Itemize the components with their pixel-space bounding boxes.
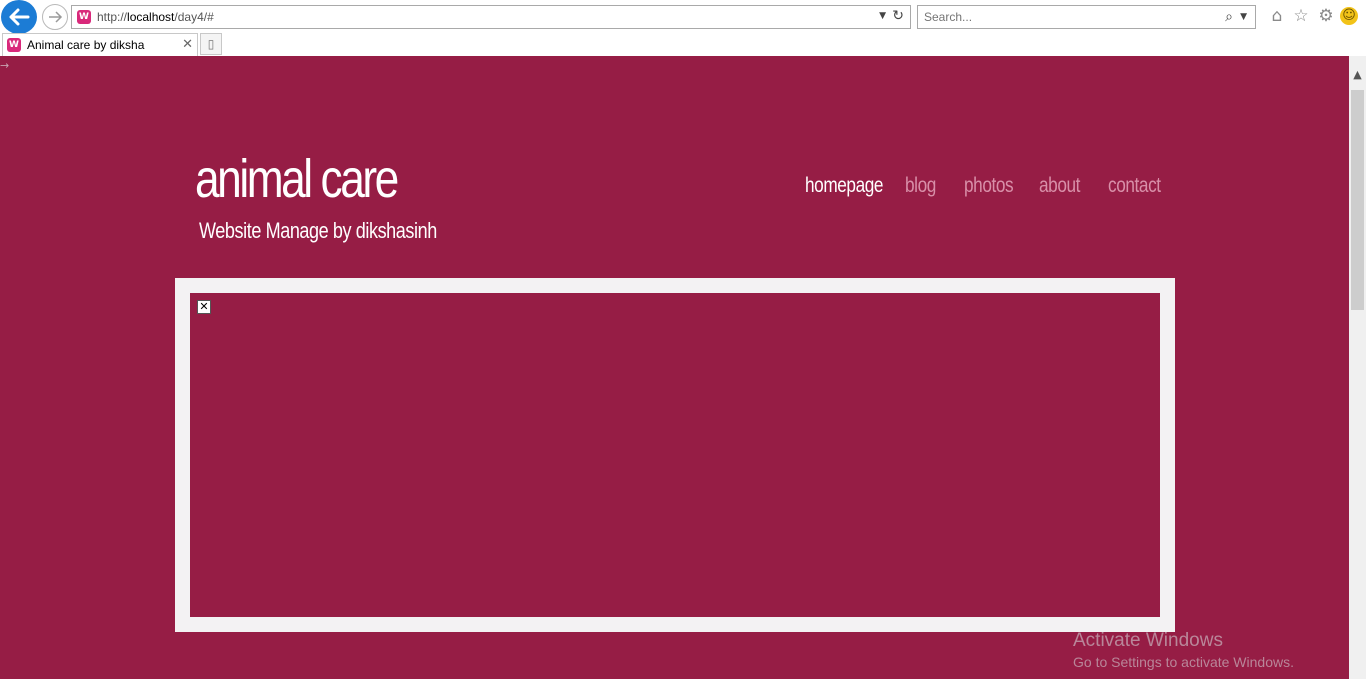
address-url[interactable]: http://localhost/day4/# — [97, 10, 214, 24]
site-favicon-icon: W — [77, 10, 91, 24]
tab-favicon-icon: W — [7, 38, 21, 52]
nav-photos[interactable]: photos — [964, 174, 1014, 198]
home-icon[interactable]: ⌂ — [1267, 6, 1287, 26]
forward-arrow-icon — [49, 11, 63, 23]
search-box[interactable]: ⌕ ▼ — [917, 5, 1256, 29]
smiley-icon[interactable]: ☺ — [1340, 7, 1358, 25]
search-icon[interactable]: ⌕ — [1225, 9, 1233, 25]
nav-about[interactable]: about — [1039, 174, 1080, 198]
forward-button[interactable] — [42, 4, 68, 30]
watermark-subtitle: Go to Settings to activate Windows. — [1073, 654, 1294, 670]
tab-title: Animal care by diksha — [27, 38, 145, 52]
scroll-thumb[interactable] — [1351, 90, 1364, 310]
address-bar[interactable]: W http://localhost/day4/# ▼ ↻ — [71, 5, 911, 29]
close-icon[interactable]: ✕ — [182, 37, 193, 52]
banner-frame: ✕ — [175, 278, 1175, 632]
page-viewport: → animal care Website Manage by dikshasi… — [0, 56, 1349, 679]
banner-image: ✕ — [190, 293, 1160, 617]
star-icon[interactable]: ☆ — [1291, 6, 1311, 26]
nav-contact[interactable]: contact — [1108, 174, 1161, 198]
broken-image-icon: ✕ — [197, 300, 211, 314]
vertical-scrollbar[interactable]: ▲ — [1349, 56, 1366, 679]
nav-blog[interactable]: blog — [905, 174, 936, 198]
new-tab-icon: ▯ — [207, 37, 215, 51]
new-tab-button[interactable]: ▯ — [200, 33, 222, 55]
back-button[interactable] — [1, 0, 37, 34]
refresh-icon[interactable]: ↻ — [892, 8, 904, 24]
address-dropdown-icon[interactable]: ▼ — [879, 11, 886, 21]
gear-icon[interactable]: ⚙ — [1316, 6, 1336, 26]
browser-chrome: W http://localhost/day4/# ▼ ↻ ⌕ ▼ ⌂ ☆ ⚙ … — [0, 0, 1366, 56]
search-input[interactable] — [924, 10, 1204, 24]
watermark-title: Activate Windows — [1073, 630, 1223, 651]
search-dropdown-icon[interactable]: ▼ — [1240, 12, 1247, 22]
site-title: animal care — [195, 149, 399, 209]
scroll-up-icon[interactable]: ▲ — [1349, 68, 1366, 86]
tab-animal-care[interactable]: W Animal care by diksha ✕ — [2, 33, 198, 56]
back-arrow-icon — [9, 8, 30, 26]
arrow-icon: → — [0, 59, 10, 72]
nav-homepage[interactable]: homepage — [805, 174, 884, 198]
site-subtitle: Website Manage by dikshasinh — [199, 218, 437, 243]
